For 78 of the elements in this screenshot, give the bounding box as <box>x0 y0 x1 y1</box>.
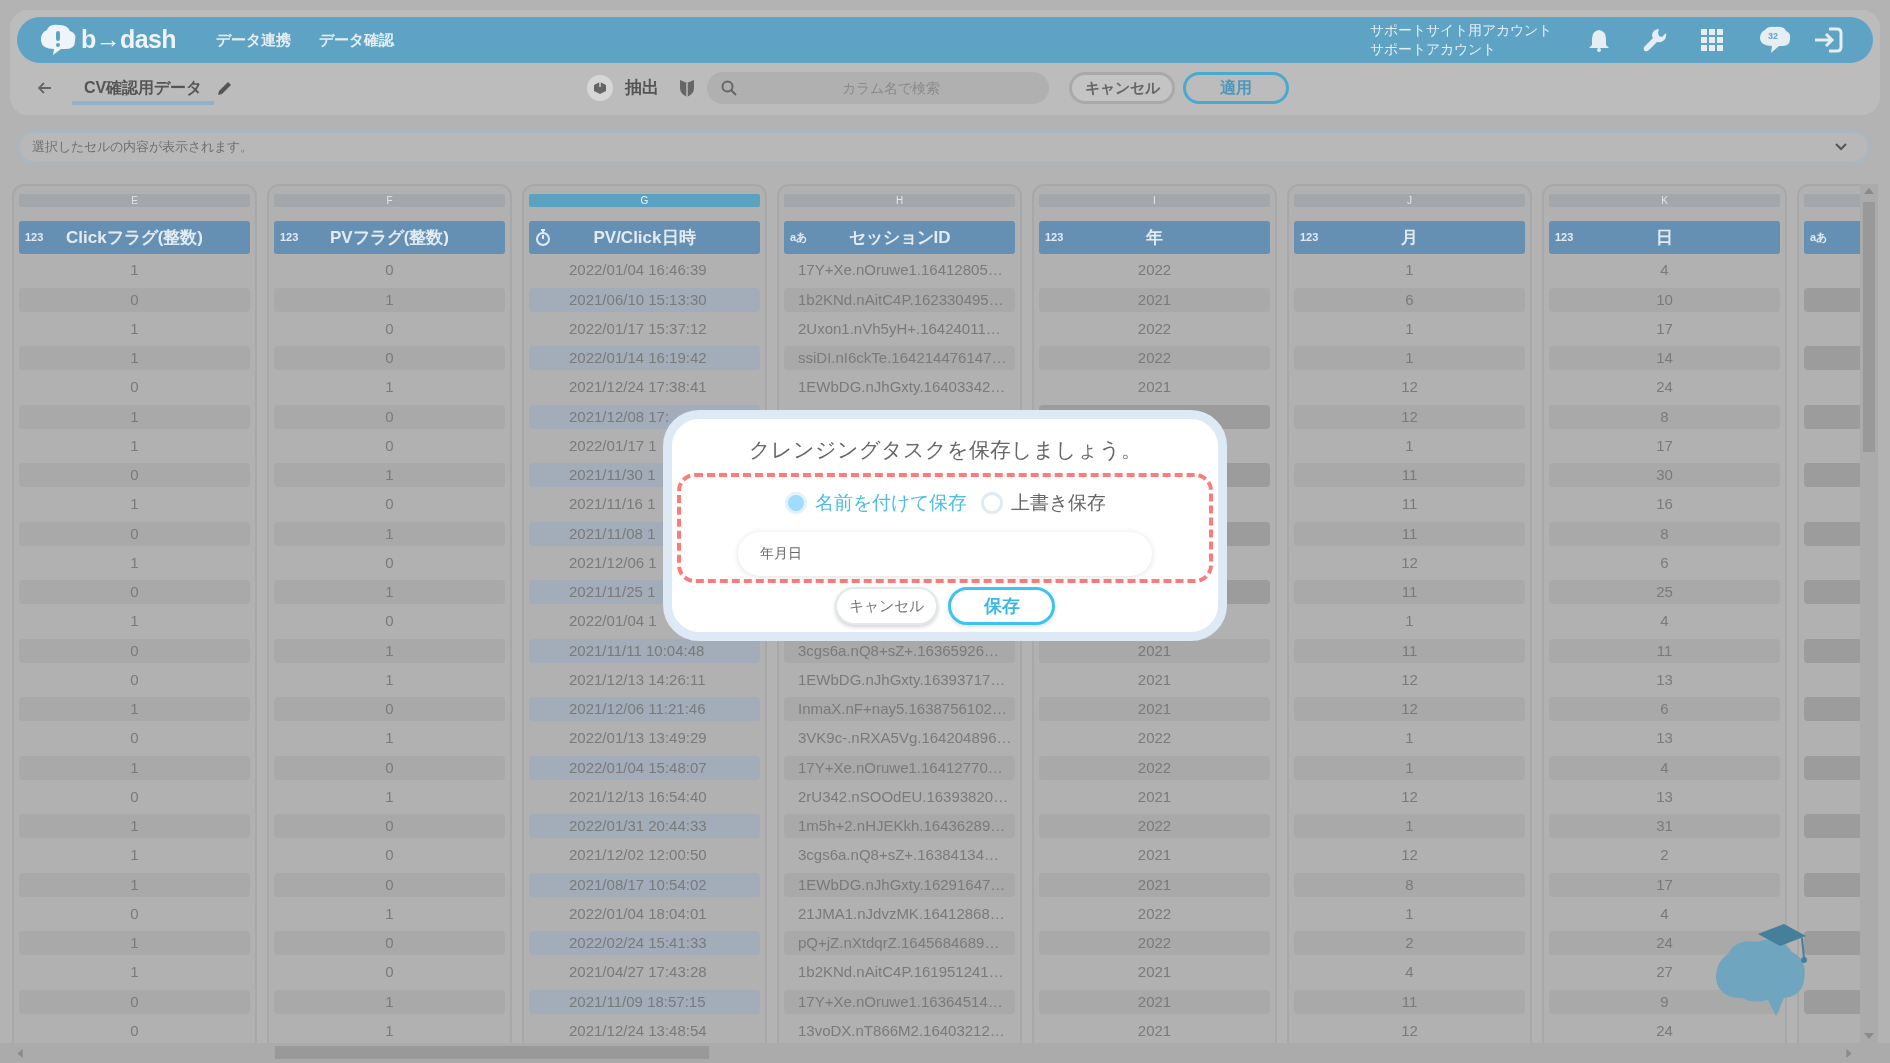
column-name: PV/Click日時 <box>592 226 697 249</box>
cell-preview-placeholder: 選択したセルの内容が表示されます。 <box>32 138 253 157</box>
table-cell[interactable]: 2021/12/06 11:21:46 <box>529 697 760 722</box>
scroll-down-icon[interactable] <box>1864 1033 1874 1039</box>
horizontal-scrollbar[interactable] <box>0 1043 1890 1063</box>
cancel-button[interactable]: キャンセル <box>835 587 938 625</box>
extract-label: 抽出 <box>625 77 660 100</box>
chevron-down-icon[interactable] <box>1835 143 1847 151</box>
table-cell[interactable]: 2022/01/31 20:44:33 <box>529 814 760 839</box>
save-button[interactable]: 保存 <box>948 587 1055 625</box>
column-header[interactable]: PV/Click日時 <box>529 221 760 254</box>
column-name: 月 <box>1400 226 1419 249</box>
shield-icon[interactable] <box>679 78 696 98</box>
table-cell[interactable]: 2022/02/24 15:41:33 <box>529 931 760 956</box>
column-letter[interactable]: I <box>1039 194 1270 207</box>
box-icon <box>593 81 608 95</box>
column-letter[interactable]: H <box>784 194 1015 207</box>
column-name: PVフラグ(整数) <box>329 226 450 249</box>
apply-button[interactable]: 適用 <box>1183 72 1290 104</box>
column-letter[interactable]: J <box>1294 194 1525 207</box>
column-header[interactable]: 123 Clickフラグ(整数) <box>19 221 250 254</box>
column-header[interactable]: 123 年 <box>1039 221 1270 254</box>
table-cell[interactable]: 2021/11/09 18:57:15 <box>529 989 760 1014</box>
type-mark: 123 <box>1555 230 1574 246</box>
logout-icon[interactable] <box>1813 27 1843 53</box>
column-name: 年 <box>1145 226 1164 249</box>
vertical-scrollbar[interactable] <box>1860 184 1878 1043</box>
column-name: Clickフラグ(整数) <box>65 226 204 249</box>
type-mark: 123 <box>280 230 299 246</box>
logo-icon <box>39 24 77 56</box>
column-header[interactable]: aあ <box>1804 221 1860 254</box>
back-arrow-icon[interactable] <box>38 82 52 94</box>
table-cell[interactable]: 2021/08/17 10:54:02 <box>529 872 760 897</box>
account-text: サポートアカウント <box>1370 40 1497 59</box>
scroll-left-icon[interactable] <box>17 1049 23 1058</box>
name-input[interactable]: 年月日 <box>760 542 1130 565</box>
column-header[interactable]: 123 日 <box>1549 221 1780 254</box>
column-letter[interactable]: F <box>274 194 505 207</box>
column-name: 日 <box>1655 226 1674 249</box>
column-letter[interactable]: K <box>1549 194 1780 207</box>
radio-option[interactable]: 名前を付けて保存 <box>784 489 967 518</box>
extract-button[interactable] <box>587 75 614 101</box>
table-cell[interactable]: 2021/11/11 10:04:48 <box>529 638 760 663</box>
type-mark: 123 <box>25 230 44 246</box>
column-letter[interactable]: E <box>19 194 250 207</box>
column-letter[interactable]: G <box>529 194 760 207</box>
logo-text: b→dash <box>81 24 176 56</box>
column-header[interactable]: aあ セッションID <box>784 221 1015 254</box>
cancel-button[interactable]: キャンセル <box>1069 72 1176 104</box>
pencil-icon[interactable] <box>217 80 233 96</box>
bell-icon[interactable] <box>1588 28 1610 52</box>
chat-bubble-icon[interactable] <box>1759 26 1791 54</box>
account-text: サポートサイト用アカウント <box>1370 21 1552 40</box>
table-cell[interactable]: 2022/01/14 16:19:42 <box>529 346 760 371</box>
radio-option[interactable]: 上書き保存 <box>980 489 1106 518</box>
help-mascot-tooltip[interactable] <box>1714 924 1810 1018</box>
type-mark: 123 <box>1045 230 1064 246</box>
chat-count-label: 32 <box>1768 31 1778 41</box>
dialog-title: クレンジングタスクを保存しましょう。 <box>748 437 1142 463</box>
nav-link[interactable]: データ連携 <box>215 28 291 52</box>
wrench-icon[interactable] <box>1642 27 1668 53</box>
table-cell[interactable]: 2021/06/10 15:13:30 <box>529 287 760 312</box>
scroll-up-icon[interactable] <box>1864 188 1874 194</box>
table-cell[interactable]: 2022/01/04 15:48:07 <box>529 755 760 780</box>
nav-link[interactable]: データ確認 <box>318 28 394 52</box>
type-mark: aあ <box>790 230 808 246</box>
stopwatch-icon <box>535 229 551 246</box>
scroll-right-icon[interactable] <box>1846 1049 1852 1058</box>
column-header[interactable]: 123 月 <box>1294 221 1525 254</box>
type-mark: aあ <box>1810 230 1828 246</box>
search-icon <box>721 80 738 96</box>
type-mark: 123 <box>1300 230 1319 246</box>
grid-icon[interactable] <box>1701 29 1723 51</box>
cell-preview-field[interactable]: 選択したセルの内容が表示されます。 <box>17 130 1870 164</box>
dataset-title: CV確認用データ <box>72 71 215 105</box>
name-field[interactable]: 年月日 <box>738 531 1152 576</box>
column-name: セッションID <box>847 226 952 249</box>
column-header[interactable]: 123 PVフラグ(整数) <box>274 221 505 254</box>
